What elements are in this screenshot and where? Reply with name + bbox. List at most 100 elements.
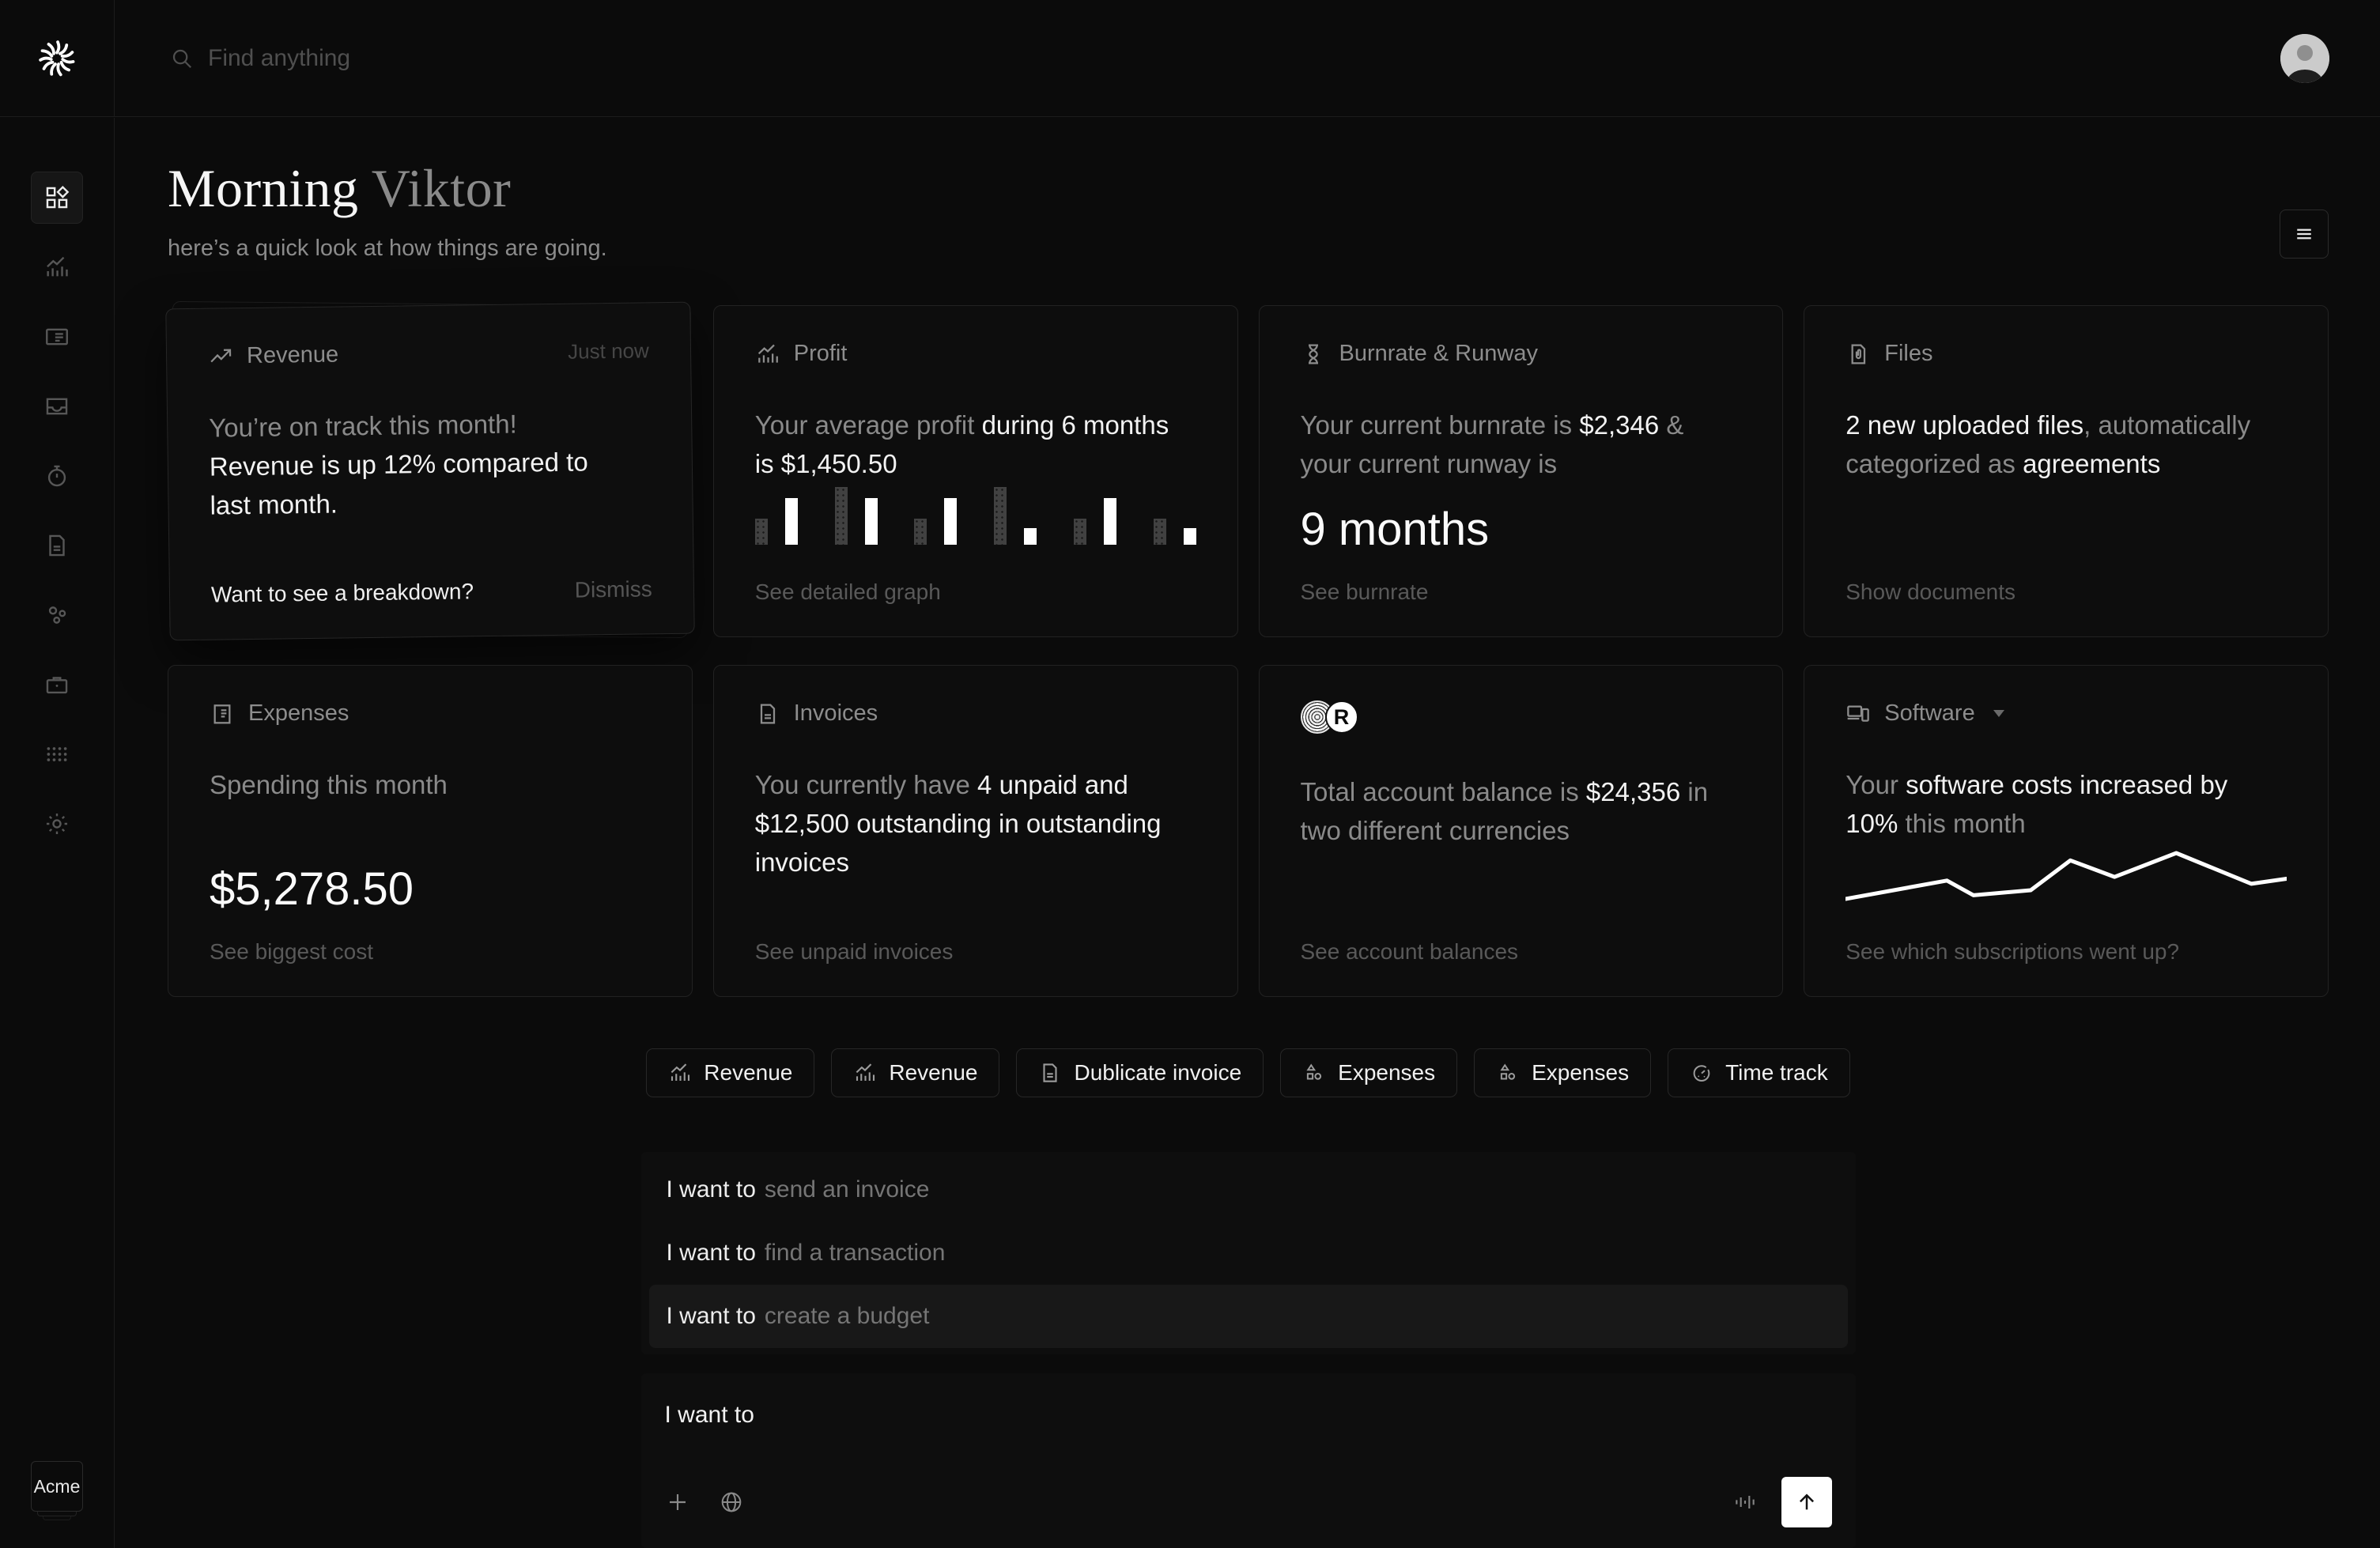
card-footer-link[interactable]: See which subscriptions went up? (1845, 939, 2179, 965)
spending-value: $5,278.50 (210, 863, 651, 916)
card-timestamp: Just now (568, 338, 649, 364)
burnrate-insight-card: Burnrate & Runway Your current burnrate … (1259, 305, 1784, 637)
card-body: Your current burnrate is $2,346 & your c… (1301, 406, 1720, 484)
greeting-word: Morning (168, 158, 359, 218)
transactions-list-icon (43, 323, 70, 350)
card-footer-link[interactable]: See burnrate (1301, 580, 1429, 605)
card-footer-link[interactable]: See account balances (1301, 939, 1519, 965)
card-footer-link[interactable]: See detailed graph (755, 580, 941, 605)
file-paperclip-icon (1845, 342, 1871, 367)
page-subtitle: here’s a quick look at how things are go… (168, 236, 2329, 262)
card-title: Invoices (794, 700, 878, 727)
card-body: Your software costs increased by 10% thi… (1845, 766, 2265, 844)
quick-action-revenue-2[interactable]: Revenue (831, 1048, 999, 1097)
card-title: Profit (794, 341, 848, 367)
suggestion-find-transaction[interactable]: I want to find a transaction (649, 1221, 1848, 1285)
layout-menu-button[interactable] (2280, 210, 2329, 259)
inbox-icon (43, 393, 70, 420)
sidebar-item-invoices[interactable] (31, 519, 83, 572)
software-cost-line-chart (1845, 849, 2287, 904)
suggestion-create-budget[interactable]: I want to create a budget (649, 1285, 1848, 1348)
search-icon (170, 47, 194, 70)
dismiss-button[interactable]: Dismiss (575, 576, 652, 602)
sidebar-item-customers[interactable] (31, 589, 83, 641)
sidebar-item-transactions[interactable] (31, 311, 83, 363)
sidebar-item-tracker[interactable] (31, 450, 83, 502)
search-placeholder: Find anything (208, 45, 350, 72)
stopwatch-icon (43, 463, 70, 489)
send-button[interactable] (1781, 1477, 1832, 1527)
waveform-icon (1732, 1489, 1758, 1515)
app-logo[interactable] (0, 0, 115, 116)
revolut-r-icon: R (1325, 700, 1358, 734)
sidebar-item-inbox[interactable] (31, 380, 83, 432)
main-content: Morning Viktor here’s a quick look at ho… (115, 118, 2380, 1548)
quick-action-time-track[interactable]: Time track (1668, 1048, 1850, 1097)
card-footer-link[interactable]: See biggest cost (210, 939, 373, 965)
card-body: You currently have 4 unpaid and $12,500 … (755, 766, 1174, 882)
devices-icon (1845, 701, 1871, 727)
chart-bars-icon (755, 342, 780, 367)
user-avatar[interactable] (2280, 34, 2329, 83)
timer-icon (1690, 1061, 1713, 1085)
card-footer-link[interactable]: Show documents (1845, 580, 2015, 605)
card-title: Expenses (248, 700, 349, 727)
user-name: Viktor (372, 158, 511, 218)
invoice-document-icon (43, 532, 70, 559)
arrow-up-icon (1795, 1490, 1819, 1514)
sidebar-item-vault[interactable] (31, 659, 83, 711)
breakdown-question[interactable]: Want to see a breakdown? (211, 579, 474, 607)
card-title: Files (1884, 341, 1932, 367)
sidebar-item-analytics[interactable] (31, 241, 83, 293)
revenue-card-deck: Revenue Just now You’re on track this mo… (168, 305, 693, 637)
insight-cards-grid: Revenue Just now You’re on track this mo… (168, 305, 2329, 997)
trending-up-icon (208, 344, 233, 369)
profit-mini-bar-chart (755, 485, 1196, 545)
card-body: 2 new uploaded files, automatically cate… (1845, 406, 2265, 484)
apps-grid-icon (43, 741, 70, 768)
page-title: Morning Viktor (168, 157, 2329, 220)
balances-insight-card: R Total account balance is $24,356 in tw… (1259, 665, 1784, 997)
shapes-icon (1496, 1061, 1520, 1085)
web-search-button[interactable] (719, 1489, 744, 1515)
quick-action-expenses-2[interactable]: Expenses (1474, 1048, 1651, 1097)
chevron-down-icon[interactable] (1993, 710, 2004, 717)
globe-icon (719, 1489, 744, 1515)
attach-button[interactable] (665, 1489, 690, 1515)
card-title: Burnrate & Runway (1339, 341, 1538, 367)
sidebar-item-dashboard[interactable] (31, 172, 83, 224)
analytics-icon (43, 254, 70, 281)
topbar-right: Find anything (115, 0, 2380, 116)
chart-bars-icon (853, 1061, 877, 1085)
chart-bars-icon (668, 1061, 692, 1085)
voice-input-button[interactable] (1732, 1489, 1758, 1515)
topbar: Find anything (0, 0, 2380, 117)
sidebar-item-settings[interactable] (31, 798, 83, 850)
software-insight-card: Software Your software costs increased b… (1804, 665, 2329, 997)
gear-icon (43, 810, 70, 837)
revenue-insight-card: Revenue Just now You’re on track this mo… (165, 302, 694, 641)
expenses-insight-card: Expenses Spending this month $5,278.50 S… (168, 665, 693, 997)
suggestion-send-invoice[interactable]: I want to send an invoice (649, 1158, 1848, 1221)
sidebar: Acme (0, 118, 115, 1548)
sidebar-item-apps[interactable] (31, 728, 83, 780)
suggestions-panel: I want to send an invoice I want to find… (641, 1152, 1856, 1354)
receipt-icon (210, 701, 235, 727)
hamburger-icon (2293, 223, 2315, 245)
composer-input-value[interactable]: I want to (665, 1402, 1832, 1429)
workspace-switcher[interactable]: Acme (31, 1461, 83, 1512)
profit-insight-card: Profit Your average profit during 6 mont… (713, 305, 1238, 637)
card-title: Revenue (247, 342, 339, 370)
invoices-insight-card: Invoices You currently have 4 unpaid and… (713, 665, 1238, 997)
starburst-logo-icon (39, 40, 75, 77)
avatar-image (2280, 34, 2329, 83)
quick-action-duplicate-invoice[interactable]: Dublicate invoice (1016, 1048, 1264, 1097)
card-footer-link[interactable]: See unpaid invoices (755, 939, 954, 965)
quick-action-revenue-1[interactable]: Revenue (646, 1048, 814, 1097)
quick-action-expenses-1[interactable]: Expenses (1280, 1048, 1457, 1097)
prompt-composer[interactable]: I want to (641, 1373, 1856, 1548)
workspace-label: Acme (34, 1476, 81, 1497)
quick-actions-row: Revenue Revenue Dublicate invoice Expens… (168, 1048, 2329, 1097)
document-icon (1038, 1061, 1062, 1085)
search-input[interactable]: Find anything (170, 45, 2280, 72)
